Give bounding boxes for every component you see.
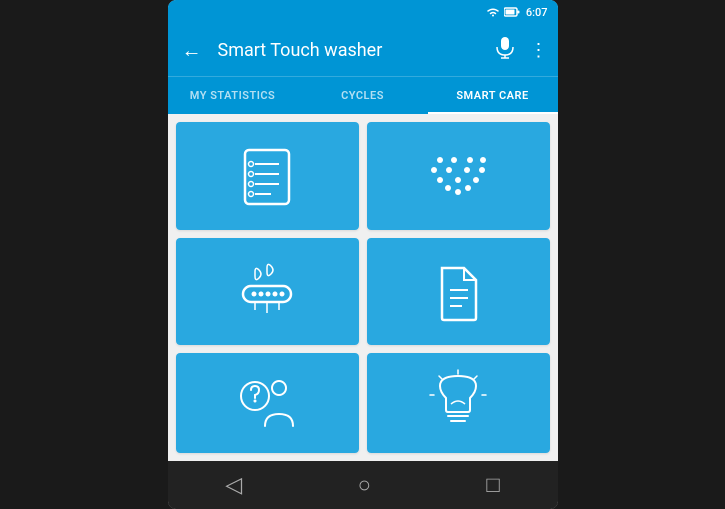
lightbulb-icon (418, 368, 498, 438)
content-grid: Smart Check-up (168, 114, 558, 461)
wifi-icon (486, 7, 500, 17)
battery-icon (504, 7, 520, 17)
checklist-icon (227, 142, 307, 212)
card-tips[interactable] (367, 353, 550, 453)
filter-icon (227, 258, 307, 328)
card-filter-clean[interactable]: Filter-Clean (176, 238, 359, 346)
more-button[interactable]: ⋮ (530, 40, 548, 61)
tab-smart-care[interactable]: SMART CARE (428, 77, 558, 114)
phone-container: 6:07 ← Smart Touch washer ⋮ MY STATISTIC… (168, 0, 558, 509)
dots-fan-icon (418, 142, 498, 212)
help-person-icon (227, 368, 307, 438)
back-button[interactable]: ← (178, 34, 206, 67)
card-auto-clean[interactable]: Auto-Clean (367, 122, 550, 230)
nav-back-button[interactable]: ◁ (225, 473, 242, 498)
card-image-tips (367, 353, 550, 453)
page-title: Smart Touch washer (218, 40, 484, 61)
mic-button[interactable] (496, 37, 514, 64)
document-icon (418, 258, 498, 328)
status-icons (486, 7, 520, 17)
nav-recent-button[interactable]: □ (486, 472, 499, 498)
card-image-auto-clean (367, 122, 550, 230)
card-image-smart-checkup (176, 122, 359, 230)
card-smart-checkup[interactable]: Smart Check-up (176, 122, 359, 230)
card-image-user-manual (367, 238, 550, 346)
card-user-manual[interactable]: User Manual (367, 238, 550, 346)
tab-cycles[interactable]: CYCLES (298, 77, 428, 114)
card-image-filter-clean (176, 238, 359, 346)
tab-my-statistics[interactable]: MY STATISTICS (168, 77, 298, 114)
nav-home-button[interactable]: ○ (358, 472, 371, 498)
status-bar: 6:07 (168, 0, 558, 24)
card-help[interactable] (176, 353, 359, 453)
tab-bar: MY STATISTICS CYCLES SMART CARE (168, 76, 558, 114)
nav-bar: ◁ ○ □ (168, 461, 558, 509)
toolbar: ← Smart Touch washer ⋮ (168, 24, 558, 76)
status-time: 6:07 (526, 6, 548, 19)
toolbar-actions: ⋮ (496, 37, 548, 64)
card-image-help (176, 353, 359, 453)
